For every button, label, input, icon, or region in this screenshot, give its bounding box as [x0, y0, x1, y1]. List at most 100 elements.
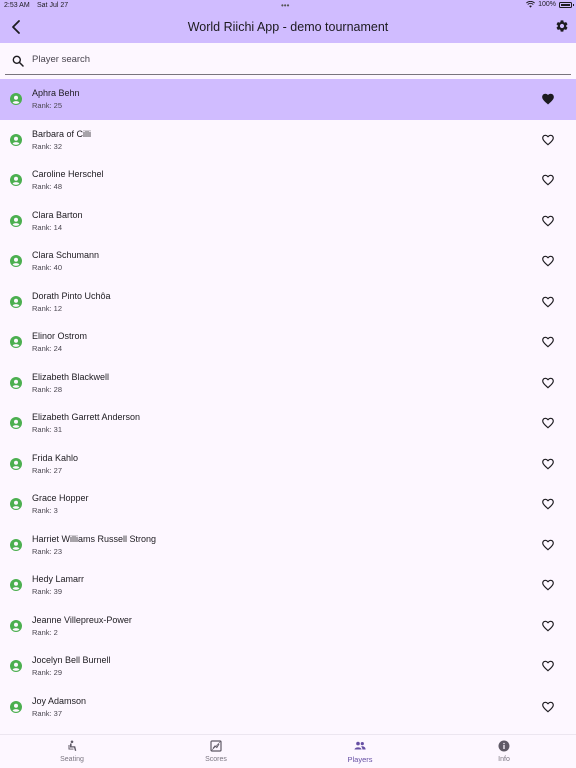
- scores-icon: [210, 740, 222, 752]
- player-rank: Rank: 29: [32, 668, 63, 677]
- multitasking-dots-icon[interactable]: •••: [281, 1, 289, 10]
- player-avatar-icon: [10, 255, 22, 267]
- player-avatar-icon: [10, 700, 22, 713]
- app-bar: World Riichi App - demo tournament: [0, 12, 576, 43]
- heart-outline-icon[interactable]: [541, 173, 555, 187]
- player-rank: Rank: 32: [32, 141, 63, 151]
- heart-outline-icon[interactable]: [541, 619, 555, 633]
- gear-icon[interactable]: [555, 19, 569, 33]
- nav-tab-scores[interactable]: Scores: [144, 735, 288, 768]
- player-rank: Rank: 3: [32, 506, 58, 515]
- search-icon: [12, 55, 24, 67]
- player-avatar-icon: [10, 214, 22, 227]
- player-rank: Rank: 28: [32, 384, 63, 394]
- player-name: Clara Barton: [32, 209, 83, 220]
- player-avatar-icon: [10, 93, 22, 105]
- player-rank: Rank: 25: [32, 101, 63, 110]
- player-avatar-icon: [10, 133, 22, 146]
- player-avatar-icon: [10, 498, 22, 510]
- player-list-item[interactable]: Barbara of Cilli Rank: 32: [0, 120, 576, 161]
- player-rank: Rank: 27: [32, 465, 63, 475]
- player-rank: Rank: 37: [32, 708, 63, 718]
- heart-outline-icon[interactable]: [541, 416, 555, 430]
- player-name: Elizabeth Garrett Anderson: [32, 412, 141, 422]
- heart-outline-icon[interactable]: [541, 538, 555, 552]
- player-avatar-icon: [10, 336, 22, 348]
- status-time: 2:53 AM: [4, 2, 30, 9]
- player-name: Grace Hopper: [32, 493, 89, 503]
- player-rank: Rank: 14: [32, 222, 63, 232]
- player-rank: Rank: 39: [32, 587, 63, 596]
- status-date: Sat Jul 27: [37, 2, 69, 9]
- nav-tab-label: Players: [347, 755, 373, 764]
- player-name: Clara Schumann: [32, 250, 100, 260]
- heart-outline-icon[interactable]: [541, 578, 555, 592]
- player-rank: Rank: 23: [32, 546, 63, 556]
- battery-icon: [559, 1, 574, 8]
- nav-tab-label: Scores: [205, 756, 227, 763]
- player-name: Jocelyn Bell Burnell: [32, 655, 111, 665]
- player-avatar-icon: [10, 538, 22, 551]
- people-icon: [354, 741, 366, 750]
- player-search: [5, 46, 571, 75]
- player-list-item[interactable]: Clara Barton Rank: 14: [0, 201, 576, 242]
- player-list-item[interactable]: Hedy Lamarr Rank: 39: [0, 565, 576, 606]
- heart-outline-icon[interactable]: [541, 497, 555, 511]
- player-list-item[interactable]: Frida Kahlo Rank: 27: [0, 444, 576, 485]
- heart-outline-icon[interactable]: [541, 376, 555, 390]
- player-list-item[interactable]: Elinor Ostrom Rank: 24: [0, 322, 576, 363]
- player-name: Jeanne Villepreux-Power: [32, 614, 132, 625]
- bottom-navigation: Seating Scores Players Info: [0, 734, 576, 768]
- status-right: 100%: [526, 1, 574, 8]
- heart-outline-icon[interactable]: [541, 457, 555, 471]
- player-list-item[interactable]: Harriet Williams Russell Strong Rank: 23: [0, 525, 576, 566]
- heart-outline-icon[interactable]: [541, 133, 555, 147]
- player-avatar-icon: [10, 417, 22, 429]
- player-name: Harriet Williams Russell Strong: [32, 533, 157, 544]
- player-rank: Rank: 24: [32, 344, 63, 353]
- player-list-item[interactable]: Elizabeth Garrett Anderson Rank: 31: [0, 403, 576, 444]
- page-title: World Riichi App - demo tournament: [187, 20, 389, 34]
- player-avatar-icon: [10, 295, 22, 308]
- seat-icon: [68, 740, 77, 751]
- player-name: Dorath Pinto Uchôa: [32, 290, 111, 301]
- player-rank: Rank: 12: [32, 303, 63, 313]
- player-list-item[interactable]: Jocelyn Bell Burnell Rank: 29: [0, 646, 576, 687]
- heart-outline-icon[interactable]: [541, 659, 555, 673]
- heart-outline-icon[interactable]: [541, 254, 555, 268]
- wifi-icon: [526, 1, 536, 8]
- player-rank: Rank: 2: [32, 627, 58, 637]
- heart-filled-icon[interactable]: [541, 92, 555, 106]
- status-bar: 2:53 AM Sat Jul 27 ••• 100%: [0, 0, 576, 12]
- player-avatar-icon: [10, 579, 22, 591]
- player-list-item[interactable]: Jeanne Villepreux-Power Rank: 2: [0, 606, 576, 647]
- player-list: Aphra Behn Rank: 25 Barbara of Cilli Rank: …: [0, 79, 576, 727]
- nav-tab-players[interactable]: Players: [288, 735, 432, 768]
- player-avatar-icon: [10, 376, 22, 389]
- player-avatar-icon: [10, 660, 22, 672]
- player-list-item[interactable]: Aphra Behn Rank: 25: [0, 79, 576, 120]
- player-name: Elinor Ostrom: [32, 331, 88, 341]
- player-list-item[interactable]: Clara Schumann Rank: 40: [0, 241, 576, 282]
- player-list-item[interactable]: Elizabeth Blackwell Rank: 28: [0, 363, 576, 404]
- heart-outline-icon[interactable]: [541, 335, 555, 349]
- player-list-item[interactable]: Dorath Pinto Uchôa Rank: 12: [0, 282, 576, 323]
- heart-outline-icon[interactable]: [541, 295, 555, 309]
- player-list-item[interactable]: Caroline Herschel Rank: 48: [0, 160, 576, 201]
- player-name: Caroline Herschel: [32, 169, 104, 179]
- nav-tab-info[interactable]: Info: [432, 735, 576, 768]
- player-name: Aphra Behn: [32, 88, 80, 98]
- nav-tab-seating[interactable]: Seating: [0, 735, 144, 768]
- player-name: Elizabeth Blackwell: [32, 371, 110, 382]
- info-icon: [498, 740, 510, 752]
- player-rank: Rank: 40: [32, 263, 63, 272]
- heart-outline-icon[interactable]: [541, 214, 555, 228]
- player-list-item[interactable]: Joy Adamson Rank: 37: [0, 687, 576, 728]
- player-name: Frida Kahlo: [32, 452, 79, 463]
- player-list-item[interactable]: Grace Hopper Rank: 3: [0, 484, 576, 525]
- player-name: Hedy Lamarr: [32, 574, 85, 584]
- search-input[interactable]: [32, 50, 552, 68]
- battery-percent: 100%: [538, 1, 556, 8]
- player-name: Barbara of Cilli: [32, 128, 92, 139]
- heart-outline-icon[interactable]: [541, 700, 555, 714]
